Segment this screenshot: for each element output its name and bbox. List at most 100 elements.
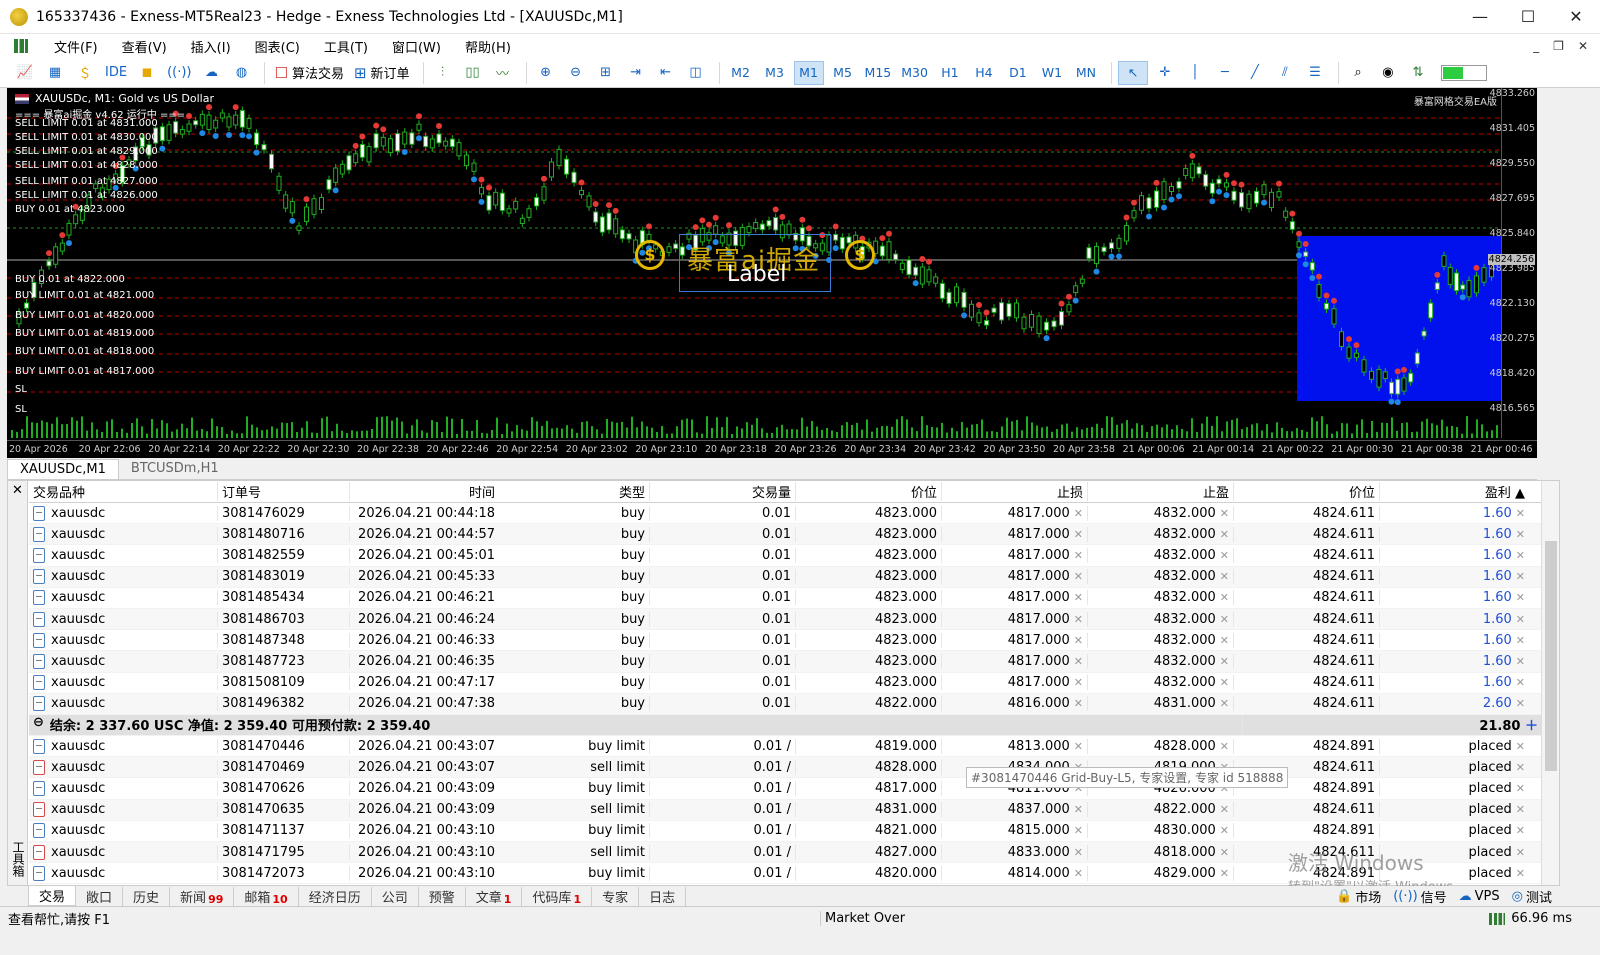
- bag-icon[interactable]: ◼: [134, 61, 160, 85]
- chart-shift-icon[interactable]: ⇤: [653, 61, 679, 85]
- pending-order-row[interactable]: xauusdc 3081470446 2026.04.21 00:43:07 buy …: [29, 736, 1542, 758]
- tp-cell[interactable]: 4831.000 ✕: [1087, 696, 1233, 712]
- close-position-icon[interactable]: ✕: [1516, 634, 1525, 647]
- tp-cell[interactable]: 4828.000 ✕: [1087, 738, 1233, 754]
- remove-level-icon[interactable]: ✕: [1220, 740, 1229, 753]
- sl-cell[interactable]: 4837.000 ✕: [941, 802, 1087, 818]
- toolbox-close-icon[interactable]: ✕: [12, 483, 23, 498]
- tp-cell[interactable]: 4832.000 ✕: [1087, 569, 1233, 585]
- new-order-button[interactable]: ⊞ 新订单: [351, 61, 413, 85]
- menu-insert[interactable]: 插入(I): [179, 37, 243, 56]
- toolbox-tab[interactable]: 敞口: [76, 886, 124, 906]
- sl-cell[interactable]: 4817.000 ✕: [941, 547, 1087, 563]
- tp-cell[interactable]: 4832.000 ✕: [1087, 653, 1233, 669]
- remove-level-icon[interactable]: ✕: [1074, 676, 1083, 689]
- tile-windows-icon[interactable]: ⊞: [593, 61, 619, 85]
- sl-cell[interactable]: 4813.000 ✕: [941, 738, 1087, 754]
- delete-order-icon[interactable]: ✕: [1516, 846, 1525, 859]
- delete-order-icon[interactable]: ✕: [1516, 803, 1525, 816]
- toolbox-tab[interactable]: 文章 1: [466, 886, 523, 906]
- toolbox-tab[interactable]: 专家: [592, 886, 640, 906]
- price-chart[interactable]: XAUUSDc, M1: Gold vs US Dollar 暴富网格交易EA版…: [7, 88, 1537, 458]
- tp-cell[interactable]: 4832.000 ✕: [1087, 526, 1233, 542]
- remove-level-icon[interactable]: ✕: [1074, 613, 1083, 626]
- delete-order-icon[interactable]: ✕: [1516, 867, 1525, 880]
- line-mode-icon[interactable]: 〰: [490, 61, 516, 85]
- tf-m30[interactable]: M30: [898, 61, 931, 85]
- chart-tab-btcusdm[interactable]: BTCUSDm,H1: [119, 459, 231, 479]
- sl-cell[interactable]: 4817.000 ✕: [941, 675, 1087, 691]
- summary-expand-icon[interactable]: ⊖: [33, 715, 44, 734]
- remove-level-icon[interactable]: ✕: [1220, 591, 1229, 604]
- position-row[interactable]: xauusdc 3081487348 2026.04.21 00:46:33 buy 0…: [29, 630, 1542, 652]
- position-row[interactable]: xauusdc 3081487723 2026.04.21 00:46:35 buy 0…: [29, 651, 1542, 673]
- col-current-price[interactable]: 价位: [1233, 482, 1379, 501]
- remove-level-icon[interactable]: ✕: [1220, 803, 1229, 816]
- position-row[interactable]: xauusdc 3081483019 2026.04.21 00:45:33 buy 0…: [29, 566, 1542, 588]
- zoom-in-icon[interactable]: ⊕: [533, 61, 559, 85]
- remove-level-icon[interactable]: ✕: [1074, 740, 1083, 753]
- toolbox-tab[interactable]: 经济日历: [299, 886, 372, 906]
- remove-level-icon[interactable]: ✕: [1220, 570, 1229, 583]
- remove-level-icon[interactable]: ✕: [1074, 570, 1083, 583]
- sl-cell[interactable]: 4817.000 ✕: [941, 505, 1087, 521]
- col-profit[interactable]: 盈利 ▲: [1379, 482, 1529, 501]
- algo-trading-button[interactable]: ☐ 算法交易: [271, 61, 346, 85]
- col-symbol[interactable]: 交易品种: [29, 482, 217, 501]
- vps-link[interactable]: ☁ VPS: [1459, 887, 1500, 906]
- delete-order-icon[interactable]: ✕: [1516, 782, 1525, 795]
- tp-cell[interactable]: 4832.000 ✕: [1087, 505, 1233, 521]
- ide-button[interactable]: IDE: [102, 61, 130, 85]
- mdi-minimize-button[interactable]: _: [1533, 39, 1539, 53]
- col-tp[interactable]: 止盈: [1087, 482, 1233, 501]
- close-position-icon[interactable]: ✕: [1516, 655, 1525, 668]
- remove-level-icon[interactable]: ✕: [1220, 528, 1229, 541]
- position-row[interactable]: xauusdc 3081480716 2026.04.21 00:44:57 buy 0…: [29, 524, 1542, 546]
- tp-cell[interactable]: 4832.000 ✕: [1087, 611, 1233, 627]
- cursor-icon[interactable]: ↖: [1117, 60, 1148, 85]
- delete-order-icon[interactable]: ✕: [1516, 824, 1525, 837]
- remove-level-icon[interactable]: ✕: [1074, 528, 1083, 541]
- tf-m1[interactable]: M1: [793, 60, 824, 85]
- bar-chart-icon[interactable]: ⫶: [430, 61, 456, 85]
- remove-level-icon[interactable]: ✕: [1074, 507, 1083, 520]
- signals-link[interactable]: ((·)) 信号: [1393, 887, 1446, 906]
- remove-level-icon[interactable]: ✕: [1220, 676, 1229, 689]
- chart-template-icon[interactable]: ▦: [42, 61, 68, 85]
- menu-help[interactable]: 帮助(H): [453, 37, 523, 56]
- close-button[interactable]: ✕: [1552, 0, 1600, 34]
- sl-cell[interactable]: 4833.000 ✕: [941, 844, 1087, 860]
- tf-m3[interactable]: M3: [760, 61, 790, 85]
- tp-cell[interactable]: 4829.000 ✕: [1087, 865, 1233, 881]
- toolbox-tab[interactable]: 预警: [419, 886, 466, 906]
- tp-cell[interactable]: 4818.000 ✕: [1087, 844, 1233, 860]
- remove-level-icon[interactable]: ✕: [1074, 803, 1083, 816]
- tf-d1[interactable]: D1: [1003, 61, 1033, 85]
- col-type[interactable]: 类型: [499, 482, 649, 501]
- col-time[interactable]: 时间: [349, 482, 499, 501]
- sl-cell[interactable]: 4816.000 ✕: [941, 696, 1087, 712]
- menu-tools[interactable]: 工具(T): [312, 37, 380, 56]
- sl-cell[interactable]: 4815.000 ✕: [941, 823, 1087, 839]
- account-icon[interactable]: ◉: [1375, 61, 1401, 85]
- pending-order-row[interactable]: xauusdc 3081470635 2026.04.21 00:43:09 sell…: [29, 799, 1542, 821]
- signal-icon[interactable]: ((·)): [164, 61, 194, 85]
- globe-icon[interactable]: ◍: [228, 61, 254, 85]
- toolbox-tab[interactable]: 公司: [372, 886, 419, 906]
- auto-scroll-icon[interactable]: ⇥: [623, 61, 649, 85]
- sl-cell[interactable]: 4817.000 ✕: [941, 569, 1087, 585]
- toolbox-tab[interactable]: 交易: [28, 886, 77, 906]
- toolbox-tab[interactable]: 日志: [639, 886, 687, 906]
- cloud-icon[interactable]: ☁: [198, 61, 224, 85]
- close-position-icon[interactable]: ✕: [1516, 591, 1525, 604]
- remove-level-icon[interactable]: ✕: [1220, 549, 1229, 562]
- sl-cell[interactable]: 4814.000 ✕: [941, 865, 1087, 881]
- tf-mn[interactable]: MN: [1071, 61, 1101, 85]
- toolbox-tab[interactable]: 历史: [123, 886, 171, 906]
- position-row[interactable]: xauusdc 3081508109 2026.04.21 00:47:17 buy 0…: [29, 673, 1542, 694]
- menu-charts[interactable]: 图表(C): [243, 37, 312, 56]
- menu-view[interactable]: 查看(V): [110, 37, 179, 56]
- tester-link[interactable]: ◎ 测试: [1512, 887, 1552, 906]
- remove-level-icon[interactable]: ✕: [1220, 824, 1229, 837]
- fibonacci-icon[interactable]: ☰: [1302, 61, 1328, 85]
